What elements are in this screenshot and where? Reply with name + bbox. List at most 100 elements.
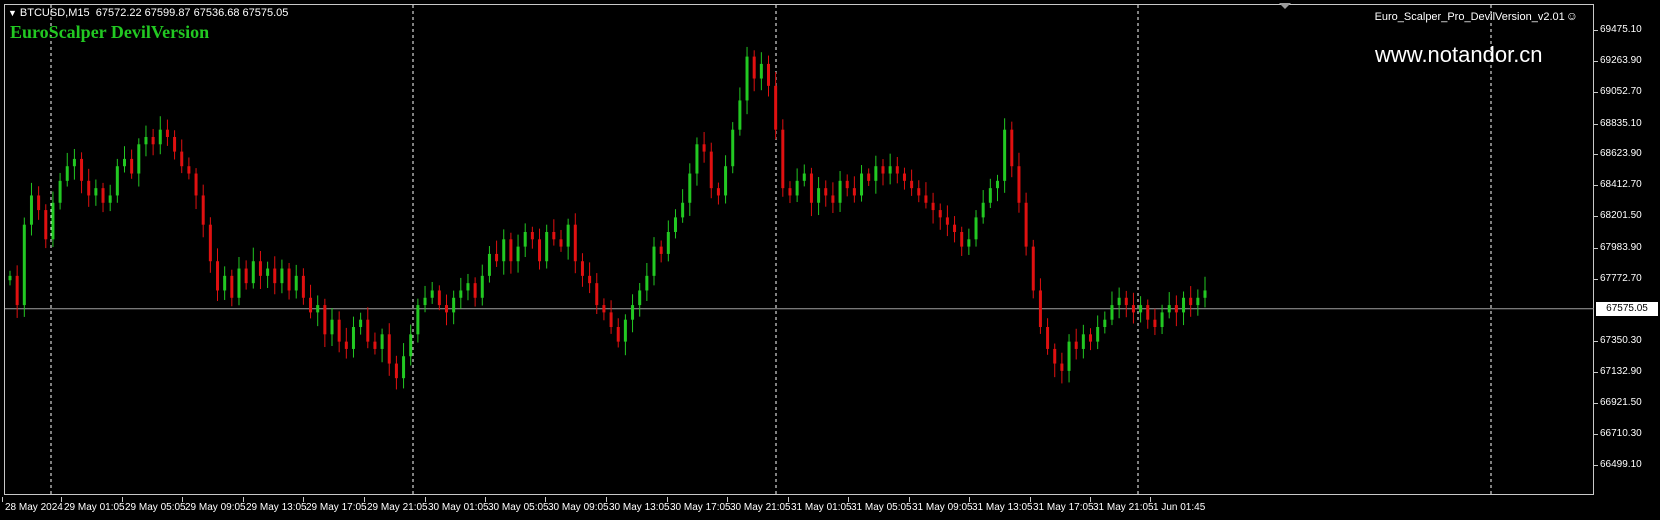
candle-body bbox=[1003, 129, 1007, 181]
candle-body bbox=[65, 166, 69, 181]
candle bbox=[681, 189, 685, 223]
candle-body bbox=[344, 341, 348, 349]
candle bbox=[609, 300, 613, 334]
ohlc-values: 67572.22 67599.87 67536.68 67575.05 bbox=[95, 7, 289, 19]
candle-body bbox=[402, 356, 406, 379]
dropdown-triangle-icon[interactable]: ▼ bbox=[8, 8, 17, 18]
candle bbox=[781, 119, 785, 197]
price-tick-label: 66710.30 bbox=[1594, 428, 1642, 440]
candle bbox=[144, 125, 148, 157]
candle-body bbox=[767, 63, 771, 86]
candle-body bbox=[995, 180, 999, 189]
candle-body bbox=[258, 261, 262, 276]
smiley-icon[interactable]: ☺ bbox=[1566, 9, 1578, 23]
candle-body bbox=[94, 188, 98, 196]
candle-body bbox=[538, 239, 542, 262]
candle-body bbox=[273, 268, 277, 284]
candle bbox=[1189, 286, 1193, 317]
candle bbox=[301, 268, 305, 305]
candle bbox=[187, 157, 191, 180]
candle-body bbox=[573, 224, 577, 262]
candle-body bbox=[387, 334, 391, 364]
price-tick-label: 67983.90 bbox=[1594, 241, 1642, 253]
candle-body bbox=[1017, 166, 1021, 203]
candle-body bbox=[201, 195, 205, 225]
candle bbox=[280, 259, 284, 294]
candle bbox=[788, 181, 792, 204]
candle bbox=[831, 182, 835, 213]
candle-body bbox=[631, 305, 635, 320]
candle bbox=[595, 273, 599, 314]
price-tick-label: 67350.30 bbox=[1594, 334, 1642, 346]
candle-body bbox=[809, 173, 813, 203]
price-tick-label: 67132.90 bbox=[1594, 366, 1642, 378]
candle-body bbox=[266, 268, 270, 276]
chart-window[interactable]: ▼ BTCUSD,M15 67572.22 67599.87 67536.68 6… bbox=[0, 0, 1660, 520]
price-tick-label: 68623.90 bbox=[1594, 148, 1642, 160]
candle bbox=[688, 163, 692, 216]
candle bbox=[94, 179, 98, 206]
candle bbox=[659, 240, 663, 263]
candle bbox=[666, 220, 670, 262]
candle-body bbox=[1038, 290, 1042, 328]
candle-body bbox=[781, 129, 785, 189]
candle bbox=[852, 176, 856, 203]
candle-body bbox=[1131, 305, 1135, 313]
price-tick-label: 69475.10 bbox=[1594, 24, 1642, 35]
candle-body bbox=[158, 129, 162, 145]
candle bbox=[137, 138, 141, 187]
candle-body bbox=[1089, 334, 1093, 342]
candle-body bbox=[1096, 327, 1100, 342]
candle-body bbox=[623, 319, 627, 342]
candle bbox=[559, 229, 563, 252]
candle-body bbox=[58, 180, 62, 203]
candle-body bbox=[187, 166, 191, 174]
candle bbox=[874, 155, 878, 194]
candle bbox=[1110, 291, 1114, 326]
candle-body bbox=[330, 319, 334, 335]
candle bbox=[1196, 289, 1200, 316]
candle-body bbox=[917, 188, 921, 196]
candle bbox=[1153, 308, 1157, 336]
current-price-label: 67575.05 bbox=[1596, 301, 1658, 316]
candle-body bbox=[165, 129, 169, 137]
candle bbox=[530, 226, 534, 249]
candle bbox=[230, 269, 234, 307]
time-tick-label: 29 May 05:05 bbox=[122, 497, 186, 513]
candle-body bbox=[953, 224, 957, 232]
candle bbox=[51, 191, 55, 248]
candle bbox=[1096, 315, 1100, 350]
candle bbox=[702, 132, 706, 163]
candle-body bbox=[523, 231, 527, 247]
candle bbox=[1117, 287, 1121, 319]
candle bbox=[387, 323, 391, 376]
candle-body bbox=[724, 166, 728, 196]
candle-body bbox=[44, 210, 48, 240]
candle-body bbox=[516, 246, 520, 262]
candle-body bbox=[588, 275, 592, 284]
candle bbox=[216, 248, 220, 301]
candle-body bbox=[130, 158, 134, 174]
shift-marker-icon[interactable] bbox=[1279, 3, 1291, 9]
candle bbox=[867, 168, 871, 186]
candle-body bbox=[1117, 297, 1121, 306]
time-tick-label: 31 May 17:05 bbox=[1030, 497, 1094, 513]
watermark-text: www.notandor.cn bbox=[1375, 42, 1543, 67]
candle-body bbox=[373, 341, 377, 349]
candle-body bbox=[316, 305, 320, 313]
candle bbox=[631, 294, 635, 333]
candle bbox=[287, 262, 291, 300]
candle bbox=[1017, 152, 1021, 213]
candle-body bbox=[80, 158, 84, 181]
candle-body bbox=[1103, 319, 1107, 328]
candle-body bbox=[115, 166, 119, 196]
candle bbox=[80, 152, 84, 194]
candle-body bbox=[802, 173, 806, 181]
candle-body bbox=[938, 210, 942, 218]
candle-body bbox=[409, 334, 413, 357]
candle bbox=[738, 87, 742, 136]
indicator-title: EuroScalper DevilVersion bbox=[10, 22, 210, 42]
candle-body bbox=[359, 319, 363, 328]
candle bbox=[1203, 276, 1207, 308]
candle-body bbox=[1196, 297, 1200, 306]
